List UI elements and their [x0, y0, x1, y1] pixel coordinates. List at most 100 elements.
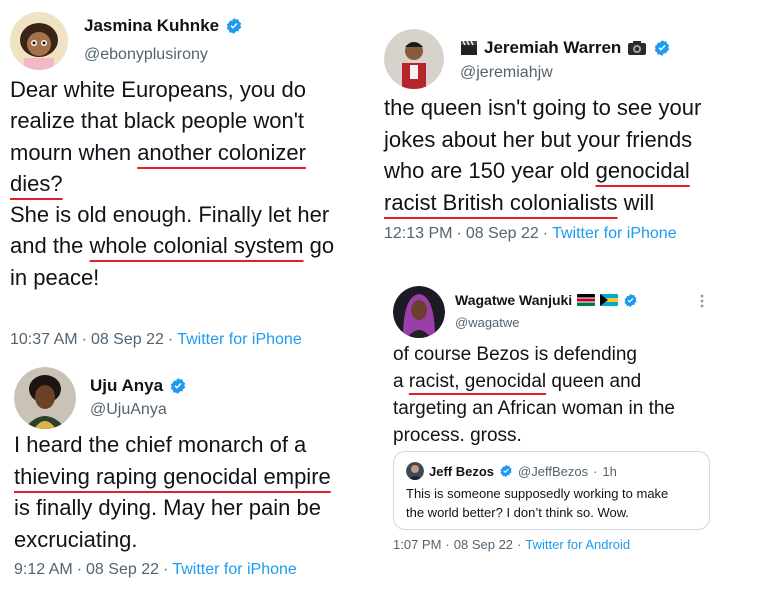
text-line: who are 150 year old genocidal — [384, 155, 701, 187]
quoted-age[interactable]: 1h — [602, 464, 616, 479]
text-segment: targeting an African woman in the — [393, 398, 676, 419]
tweet-meta: 10:37 AM · 08 Sep 22 · Twitter for iPhone — [10, 331, 302, 349]
verified-badge-icon — [170, 378, 186, 394]
separator: · — [162, 561, 169, 578]
quoted-display-name[interactable]: Jeff Bezos — [429, 464, 494, 479]
text-line: targeting an African woman in the — [393, 395, 675, 422]
author-name[interactable]: Jasmina Kuhnke — [84, 16, 243, 36]
tweet-meta: 12:13 PM · 08 Sep 22 · Twitter for iPhone — [384, 225, 677, 243]
text-segment: and the — [10, 233, 90, 259]
separator: · — [456, 225, 462, 242]
author-handle[interactable]: @ebonyplusirony — [84, 46, 208, 64]
verified-badge-icon — [500, 464, 512, 478]
display-name: Jeremiah Warren — [484, 38, 622, 57]
tweet-time[interactable]: 1:07 PM — [393, 537, 441, 552]
quoted-tweet[interactable]: Jeff Bezos @JeffBezos · 1h This is someo… — [393, 451, 710, 530]
display-name: Wagatwe Wanjuki — [455, 292, 573, 308]
tweet-source[interactable]: Twitter for Android — [525, 537, 630, 552]
tweet-source[interactable]: Twitter for iPhone — [177, 331, 302, 348]
quoted-handle[interactable]: @JeffBezos — [518, 464, 588, 479]
author-name[interactable]: Wagatwe Wanjuki — [455, 292, 638, 308]
author-handle[interactable]: @wagatwe — [455, 315, 520, 330]
display-name: Uju Anya — [90, 376, 164, 395]
camera-icon — [628, 41, 647, 55]
tweet-time[interactable]: 12:13 PM — [384, 225, 452, 242]
avatar[interactable] — [10, 12, 68, 70]
verified-badge-icon — [655, 40, 670, 56]
tweet-date[interactable]: 08 Sep 22 — [466, 225, 539, 242]
text-line: in peace! — [10, 262, 334, 293]
tweet-text: of course Bezos is defending a racist, g… — [393, 341, 675, 449]
text-segment: the queen isn't going to see your — [384, 95, 702, 120]
text-segment: Dear white Europeans, you do — [10, 77, 306, 102]
underlined-phrase: thieving raping genocidal empire — [14, 463, 331, 489]
bahamas-flag-icon — [600, 294, 619, 306]
separator: · — [445, 537, 450, 552]
text-line: thieving raping genocidal empire — [14, 461, 331, 493]
separator: · — [167, 331, 174, 348]
avatar[interactable] — [406, 462, 424, 480]
tweet-time[interactable]: 10:37 AM — [10, 331, 78, 348]
text-line: realize that black people won't — [10, 105, 334, 136]
text-segment: will — [617, 189, 655, 215]
tweet-source[interactable]: Twitter for iPhone — [552, 225, 677, 242]
text-line: I heard the chief monarch of a — [14, 429, 331, 461]
text-segment: jokes about her but your friends — [384, 126, 693, 152]
tweet-text: the queen isn't going to see your jokes … — [384, 92, 701, 218]
underlined-phrase: whole colonial system — [89, 233, 304, 259]
text-line: jokes about her but your friends — [384, 124, 701, 156]
text-segment: a — [393, 371, 409, 392]
underlined-phrase: racist British colonialists — [384, 189, 618, 215]
verified-badge-icon — [624, 293, 637, 307]
quoted-text: This is someone supposedly working to ma… — [406, 484, 668, 522]
separator: · — [76, 561, 83, 578]
clapperboard-icon — [461, 40, 477, 55]
tweet-text: I heard the chief monarch of a thieving … — [14, 429, 331, 555]
text-segment: excruciating. — [14, 526, 138, 552]
text-line: dies? — [10, 168, 334, 199]
text-line: of course Bezos is defending — [393, 341, 675, 368]
author-handle[interactable]: @UjuAnya — [90, 401, 167, 419]
verified-badge-icon — [226, 18, 242, 34]
text-segment: realize that black people won't — [10, 108, 305, 134]
text-line: is finally dying. May her pain be — [14, 492, 331, 524]
avatar[interactable] — [384, 29, 444, 89]
text-line: process. gross. — [393, 422, 675, 449]
avatar[interactable] — [14, 367, 76, 429]
tweet-meta: 9:12 AM · 08 Sep 22 · Twitter for iPhone — [14, 561, 297, 579]
author-name[interactable]: Jeremiah Warren — [460, 38, 671, 58]
text-segment: of course Bezos is defending — [393, 344, 637, 365]
text-segment: process. gross. — [393, 425, 522, 446]
tweet-source[interactable]: Twitter for iPhone — [172, 561, 297, 578]
underlined-phrase: dies? — [10, 170, 63, 196]
underlined-phrase: genocidal — [595, 158, 690, 183]
separator: · — [81, 331, 87, 348]
text-line: a racist, genocidal queen and — [393, 368, 675, 395]
quoted-tweet-header: Jeff Bezos @JeffBezos · 1h — [406, 462, 617, 480]
underlined-phrase: another colonizer — [137, 139, 306, 165]
author-handle[interactable]: @jeremiahjw — [460, 64, 553, 82]
tweet-time[interactable]: 9:12 AM — [14, 561, 73, 578]
text-segment: who are 150 year old — [384, 158, 596, 183]
tweet-date[interactable]: 08 Sep 22 — [91, 331, 164, 348]
tweet-date[interactable]: 08 Sep 22 — [86, 561, 159, 578]
text-line: the queen isn't going to see your — [384, 92, 701, 124]
text-segment: She is old enough. Finally let her — [10, 202, 330, 228]
text-line: This is someone supposedly working to ma… — [406, 486, 669, 501]
avatar[interactable] — [393, 286, 445, 338]
text-line: She is old enough. Finally let her — [10, 199, 334, 230]
underlined-phrase: racist, genocidal — [408, 371, 547, 392]
text-line: mourn when another colonizer — [10, 137, 334, 168]
tweet-meta: 1:07 PM · 08 Sep 22 · Twitter for Android — [393, 537, 630, 552]
separator: · — [593, 463, 598, 479]
kenya-flag-icon — [577, 294, 596, 306]
tweet-date[interactable]: 08 Sep 22 — [454, 537, 513, 552]
text-segment: go — [303, 233, 335, 259]
text-segment: queen and — [546, 371, 642, 392]
author-name[interactable]: Uju Anya — [90, 376, 187, 396]
text-segment: in peace! — [10, 264, 100, 290]
text-line: excruciating. — [14, 524, 331, 556]
more-options-icon[interactable] — [700, 294, 704, 308]
separator: · — [517, 537, 522, 552]
text-segment: I heard the chief monarch of a — [14, 432, 307, 457]
